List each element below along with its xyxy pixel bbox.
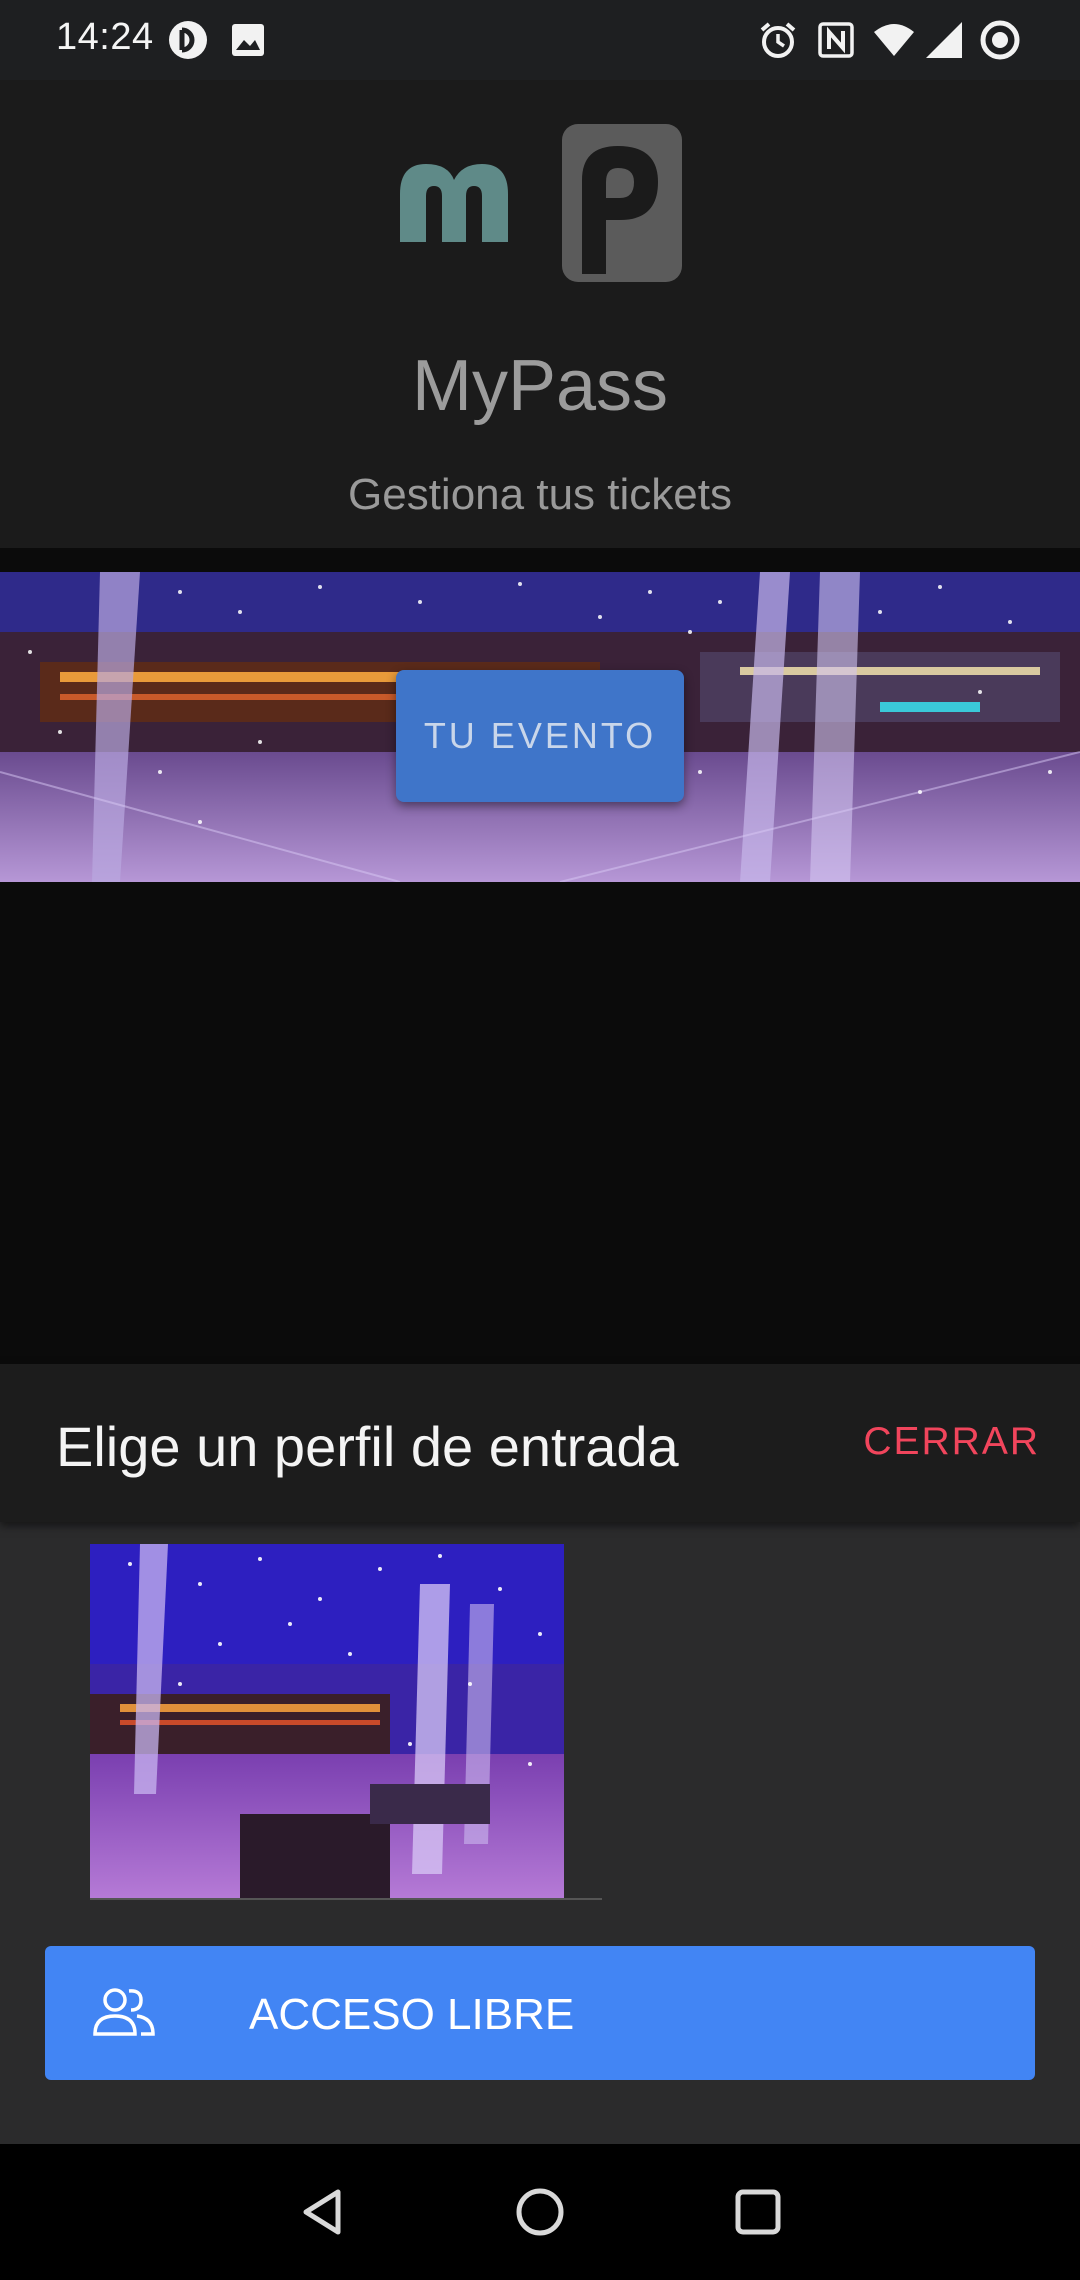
wifi-icon bbox=[874, 24, 914, 56]
status-time: 14:24 bbox=[56, 16, 154, 58]
battery-ring-icon bbox=[980, 20, 1020, 60]
close-button[interactable]: CERRAR bbox=[863, 1420, 1040, 1464]
profile-divider bbox=[90, 1898, 602, 1900]
app-header: MyPass Gestiona tus tickets bbox=[0, 80, 1080, 548]
profile-sheet-header: Elige un perfil de entrada CERRAR bbox=[0, 1364, 1080, 1522]
status-bar: 14:24 bbox=[0, 0, 1080, 80]
app-screen: 14:24 MyPass Gestiona tus tickets TU EVE… bbox=[0, 0, 1080, 2280]
profile-image-picture bbox=[90, 1544, 564, 1898]
gallery-icon bbox=[232, 24, 264, 56]
profile-sheet-body: ACCESO LIBRE bbox=[0, 1522, 1080, 2144]
back-icon[interactable] bbox=[294, 2184, 350, 2240]
recents-icon[interactable] bbox=[730, 2184, 786, 2240]
app-title: MyPass bbox=[411, 346, 669, 426]
sheet-title: Elige un perfil de entrada bbox=[56, 1415, 679, 1478]
mypass-logo bbox=[400, 124, 682, 282]
event-button[interactable]: TU EVENTO bbox=[396, 670, 684, 802]
access-libre-button[interactable]: ACCESO LIBRE bbox=[45, 1946, 1035, 2080]
home-icon[interactable] bbox=[512, 2184, 568, 2240]
people-icon bbox=[93, 1988, 155, 2036]
nfc-icon bbox=[818, 22, 854, 58]
pocketcasts-icon bbox=[169, 21, 207, 59]
alarm-icon bbox=[760, 22, 796, 58]
event-banner: TU EVENTO bbox=[0, 572, 1080, 882]
access-button-label: ACCESO LIBRE bbox=[249, 1990, 575, 2039]
signal-icon bbox=[926, 22, 962, 58]
app-subtitle: Gestiona tus tickets bbox=[348, 470, 732, 519]
navigation-bar bbox=[0, 2144, 1080, 2280]
profile-image[interactable] bbox=[90, 1544, 564, 1898]
